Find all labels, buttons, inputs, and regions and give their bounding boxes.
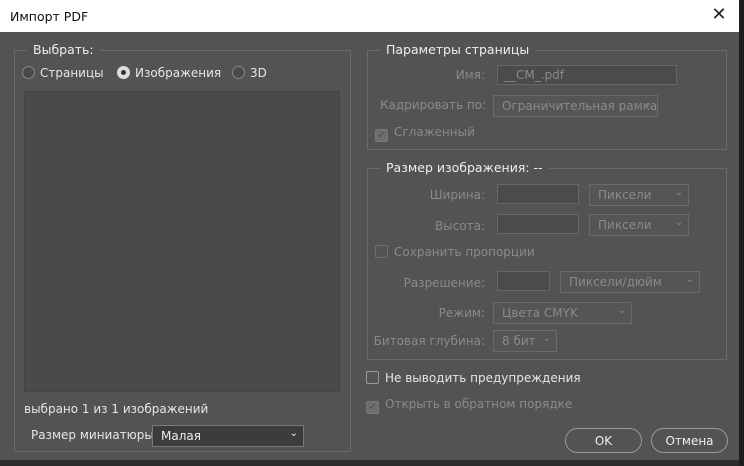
constrain-label: Сохранить пропорции <box>394 245 535 259</box>
ok-button[interactable]: OK <box>565 428 642 453</box>
constrain-checkbox[interactable]: Сохранить пропорции <box>375 245 535 259</box>
reverse-order-label: Открыть в обратном порядке <box>385 397 573 411</box>
radio-images[interactable]: Изображения <box>117 66 221 80</box>
width-label: Ширина: <box>429 188 485 202</box>
depth-select[interactable]: 8 бит ⌄ <box>493 330 557 352</box>
name-label: Имя: <box>455 68 485 82</box>
antialias-label: Сглаженный <box>394 125 475 139</box>
image-size-legend: Размер изображения: -- <box>380 160 549 175</box>
crop-select[interactable]: Ограничительная рамка ⌄ <box>493 95 658 117</box>
resolution-label: Разрешение: <box>403 276 485 290</box>
selection-status: выбрано 1 из 1 изображений <box>24 402 209 416</box>
cancel-button[interactable]: Отмена <box>651 428 728 453</box>
radio-selected-icon <box>117 66 130 79</box>
check-icon: ✔ <box>366 401 379 414</box>
height-field[interactable] <box>497 214 579 234</box>
chevron-down-icon: ⌄ <box>685 274 694 285</box>
radio-icon <box>232 66 245 79</box>
width-field[interactable] <box>497 184 579 204</box>
antialias-checkbox[interactable]: ✔ Сглаженный <box>375 125 475 142</box>
thumbnail-preview[interactable] <box>24 91 340 392</box>
name-field[interactable]: __CM_.pdf <box>497 65 677 85</box>
radio-label: Страницы <box>40 66 104 80</box>
resolution-unit-value: Пиксели/дюйм <box>569 275 662 289</box>
suppress-warnings-label: Не выводить предупреждения <box>385 371 581 385</box>
resolution-field[interactable] <box>497 271 550 291</box>
mode-value: Цвета CMYK <box>502 306 578 320</box>
reverse-order-checkbox[interactable]: ✔ Открыть в обратном порядке <box>366 397 572 414</box>
height-unit-value: Пиксели <box>598 218 652 232</box>
crop-label: Кадрировать по: <box>380 98 487 112</box>
chevron-down-icon: ⌄ <box>289 428 298 439</box>
crop-value: Ограничительная рамка <box>502 99 658 113</box>
chevron-down-icon: ⌄ <box>643 98 652 109</box>
suppress-warnings-checkbox[interactable]: Не выводить предупреждения <box>366 371 581 385</box>
title-bar: Импорт PDF ✕ <box>0 0 739 32</box>
radio-label: 3D <box>250 66 267 80</box>
check-icon: ✔ <box>375 129 388 142</box>
height-unit-select[interactable]: Пиксели ⌄ <box>589 214 689 236</box>
mode-select[interactable]: Цвета CMYK ⌄ <box>493 302 632 324</box>
width-unit-select[interactable]: Пиксели ⌄ <box>589 184 689 206</box>
radio-label: Изображения <box>135 66 222 80</box>
depth-label: Битовая глубина: <box>373 334 485 348</box>
background-edge <box>739 0 744 466</box>
depth-value: 8 бит <box>502 334 536 348</box>
mode-label: Режим: <box>438 306 485 320</box>
chevron-down-icon: ⌄ <box>674 217 683 228</box>
resolution-unit-select[interactable]: Пиксели/дюйм ⌄ <box>560 271 700 293</box>
width-unit-value: Пиксели <box>598 188 652 202</box>
height-label: Высота: <box>434 219 485 233</box>
import-pdf-dialog: Импорт PDF ✕ Выбрать: Страницы Изображен… <box>0 0 739 460</box>
thumb-size-value: Малая <box>161 429 201 443</box>
thumb-size-select[interactable]: Малая ⌄ <box>152 425 304 447</box>
radio-icon <box>22 66 35 79</box>
page-options-legend: Параметры страницы <box>380 42 536 57</box>
radio-3d[interactable]: 3D <box>232 66 267 80</box>
checkbox-icon <box>375 245 388 258</box>
chevron-down-icon: ⌄ <box>617 305 626 316</box>
checkbox-icon <box>366 371 379 384</box>
close-icon[interactable]: ✕ <box>707 4 731 25</box>
dialog-title: Импорт PDF <box>10 9 89 24</box>
chevron-down-icon: ⌄ <box>542 333 551 344</box>
chevron-down-icon: ⌄ <box>674 187 683 198</box>
radio-pages[interactable]: Страницы <box>22 66 104 80</box>
thumb-size-label: Размер миниатюры: <box>31 428 158 442</box>
select-legend: Выбрать: <box>27 42 100 57</box>
